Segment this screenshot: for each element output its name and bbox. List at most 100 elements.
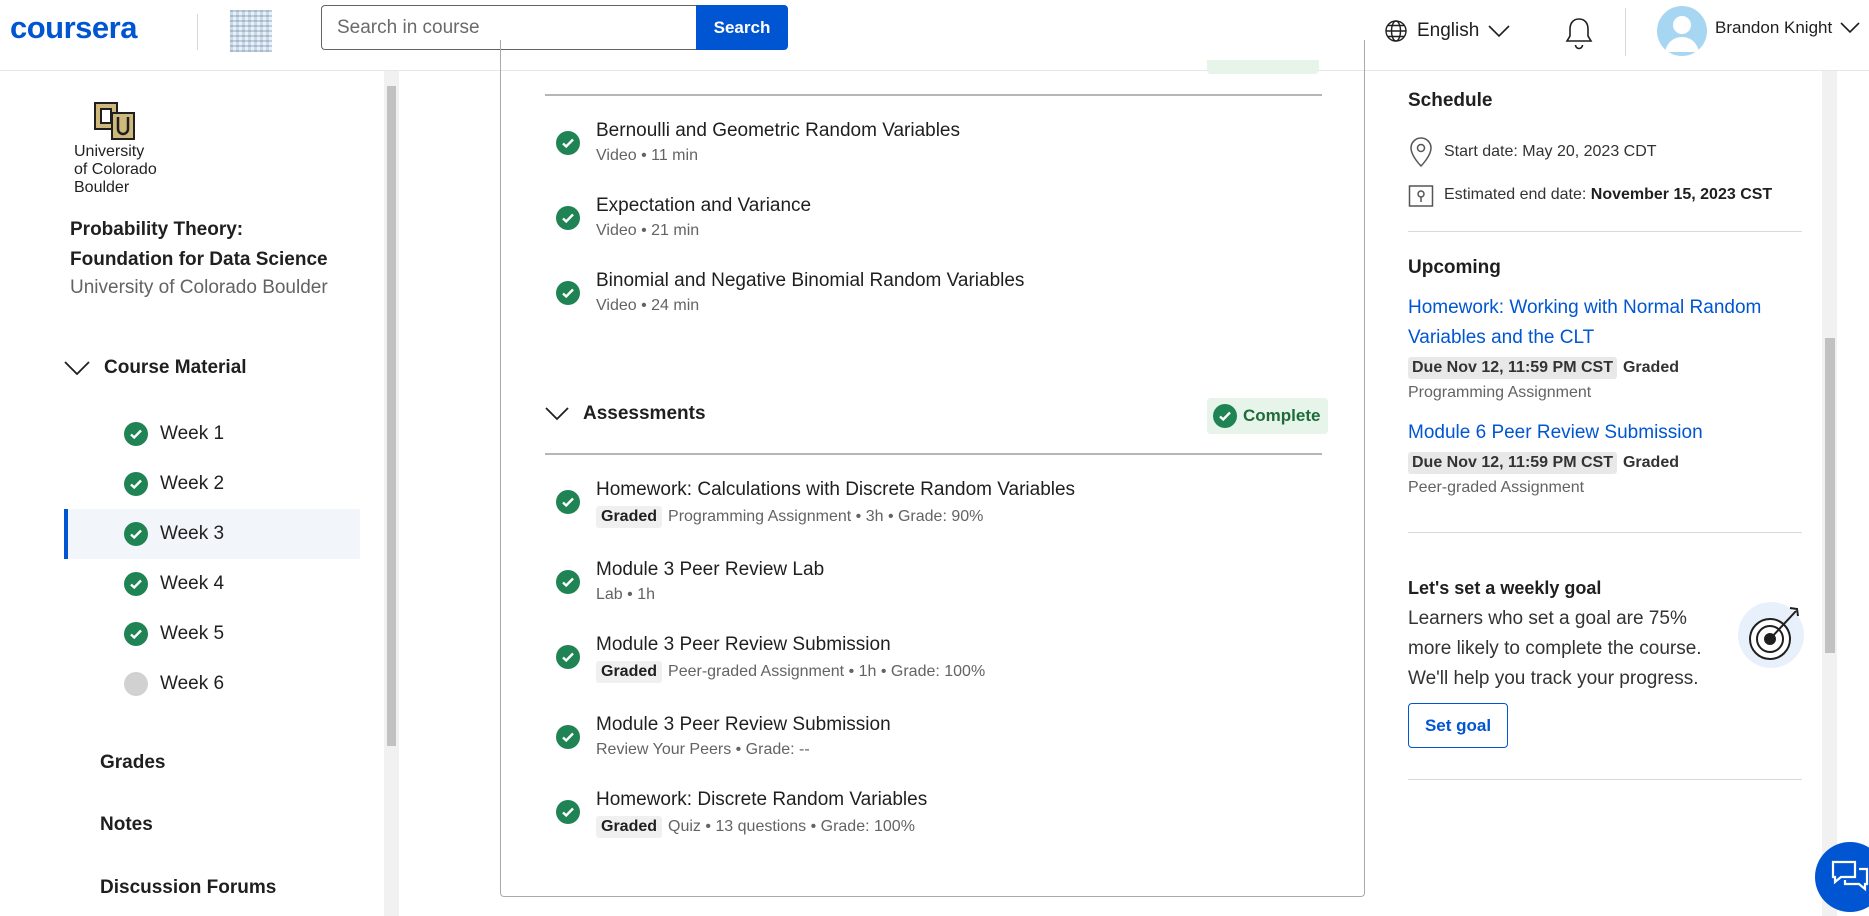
language-selector[interactable]: English (1384, 16, 1510, 46)
graded-label: Graded (1622, 359, 1679, 376)
check-circle-icon (124, 472, 148, 496)
user-menu[interactable]: Brandon Knight (1715, 18, 1860, 38)
complete-badge: Complete (1207, 398, 1329, 434)
coursera-logo[interactable]: coursera (10, 10, 137, 46)
section-divider (545, 94, 1322, 96)
university-logo[interactable] (73, 99, 163, 143)
week-label: Week 5 (160, 623, 225, 644)
incomplete-circle-icon (124, 672, 148, 696)
end-date-row: Estimated end date: November 15, 2023 CS… (1408, 182, 1772, 208)
upcoming-item-type: Peer-graded Assignment (1408, 479, 1585, 496)
assessments-toggle[interactable]: Assessments (545, 403, 706, 425)
item-meta: Quiz • 13 questions • Grade: 100% (668, 818, 915, 835)
item-title[interactable]: Binomial and Negative Binomial Random Va… (596, 269, 1024, 293)
check-circle-icon (556, 281, 580, 305)
graded-badge: Graded (596, 661, 663, 683)
check-circle-icon (556, 800, 580, 824)
sidebar-item-week-2[interactable]: Week 2 (64, 459, 360, 509)
item-meta: Video • 11 min (596, 147, 698, 164)
set-goal-button[interactable]: Set goal (1408, 703, 1508, 748)
globe-icon (1385, 20, 1407, 42)
due-badge: Due Nov 12, 11:59 PM CST (1408, 452, 1617, 474)
item-meta: Lab • 1h (596, 586, 655, 603)
sidebar-item-week-4[interactable]: Week 4 (64, 559, 360, 609)
complete-label: Complete (1243, 406, 1321, 425)
assessments-label: Assessments (583, 403, 706, 424)
user-icon (1665, 16, 1699, 52)
course-material-toggle[interactable]: Course Material (64, 357, 247, 379)
item-title[interactable]: Module 3 Peer Review Lab (596, 558, 824, 582)
list-item-assessment[interactable]: Module 3 Peer Review Submission Graded P… (556, 633, 985, 683)
complete-badge (1207, 60, 1319, 74)
target-icon (1738, 602, 1804, 668)
list-item-assessment[interactable]: Homework: Calculations with Discrete Ran… (556, 478, 1075, 528)
sidebar-item-week-1[interactable]: Week 1 (64, 409, 360, 459)
start-date-row: Start date: May 20, 2023 CDT (1408, 136, 1657, 168)
check-circle-icon (124, 572, 148, 596)
upcoming-due-row: Due Nov 12, 11:59 PM CST Graded (1408, 452, 1679, 474)
start-date: Start date: May 20, 2023 CDT (1444, 143, 1657, 160)
goal-description: Learners who set a goal are 75% more lik… (1408, 608, 1702, 689)
chevron-down-icon (1488, 25, 1510, 38)
sidebar-item-week-3[interactable]: Week 3 (64, 509, 360, 559)
avatar[interactable] (1657, 6, 1707, 56)
sidebar-item-grades[interactable]: Grades (100, 752, 165, 774)
chevron-down-icon (1840, 22, 1860, 34)
section-divider (1408, 231, 1802, 232)
goal-heading: Let's set a weekly goal (1408, 578, 1602, 598)
check-circle-icon (556, 490, 580, 514)
sidebar-item-notes[interactable]: Notes (100, 814, 153, 836)
list-item-assessment[interactable]: Homework: Discrete Random Variables Grad… (556, 788, 927, 838)
header-divider (197, 14, 198, 50)
list-item-video[interactable]: Expectation and Variance Video • 21 min (556, 194, 811, 240)
course-title[interactable]: Probability Theory: Foundation for Data … (70, 215, 350, 275)
course-material-label: Course Material (104, 357, 247, 378)
graded-badge: Graded (596, 816, 663, 838)
sidebar-item-week-5[interactable]: Week 5 (64, 609, 360, 659)
check-circle-icon (556, 645, 580, 669)
check-circle-icon (556, 206, 580, 230)
week-content-card (500, 40, 1365, 897)
chat-icon (1831, 860, 1869, 892)
week-label: Week 1 (160, 423, 225, 444)
sidebar-item-week-6[interactable]: Week 6 (64, 659, 360, 709)
section-divider (1408, 779, 1802, 780)
item-title[interactable]: Module 3 Peer Review Submission (596, 633, 985, 657)
header-divider (1625, 8, 1626, 56)
check-circle-icon (1213, 404, 1237, 428)
chevron-down-icon (64, 361, 90, 375)
graded-badge: Graded (596, 506, 663, 528)
upcoming-item-link[interactable]: Module 6 Peer Review Submission (1408, 418, 1788, 448)
list-item-video[interactable]: Bernoulli and Geometric Random Variables… (556, 119, 960, 165)
check-circle-icon (124, 622, 148, 646)
location-pin-icon (1410, 137, 1432, 168)
week-label: Week 3 (160, 523, 225, 544)
list-item-assessment[interactable]: Module 3 Peer Review Lab Lab • 1h (556, 558, 824, 604)
item-title[interactable]: Expectation and Variance (596, 194, 811, 218)
item-title[interactable]: Homework: Calculations with Discrete Ran… (596, 478, 1075, 502)
sidebar-item-discussion-forums[interactable]: Discussion Forums (100, 877, 276, 899)
sidebar-scrollbar-thumb[interactable] (387, 86, 396, 746)
upcoming-item-type: Programming Assignment (1408, 384, 1592, 401)
item-meta: Review Your Peers • Grade: -- (596, 741, 810, 758)
list-item-assessment[interactable]: Module 3 Peer Review Submission Review Y… (556, 713, 891, 759)
bell-icon (1565, 18, 1593, 50)
language-label: English (1417, 20, 1480, 41)
page-scrollbar-thumb[interactable] (1825, 338, 1835, 653)
item-meta: Programming Assignment • 3h • Grade: 90% (668, 508, 984, 525)
notifications-button[interactable] (1563, 16, 1595, 57)
upcoming-item-link[interactable]: Homework: Working with Normal Random Var… (1408, 293, 1788, 353)
end-date-prefix: Estimated end date: (1444, 186, 1591, 203)
check-circle-icon (124, 522, 148, 546)
logo-line: University (74, 143, 145, 160)
course-organization: University of Colorado Boulder (70, 277, 328, 298)
item-title[interactable]: Homework: Discrete Random Variables (596, 788, 927, 812)
item-title[interactable]: Module 3 Peer Review Submission (596, 713, 891, 737)
list-item-video[interactable]: Binomial and Negative Binomial Random Va… (556, 269, 1024, 315)
check-circle-icon (556, 131, 580, 155)
course-thumbnail[interactable] (230, 10, 272, 52)
check-circle-icon (556, 570, 580, 594)
university-logo-text: University of Colorado Boulder (74, 143, 157, 197)
item-title[interactable]: Bernoulli and Geometric Random Variables (596, 119, 960, 143)
item-meta: Peer-graded Assignment • 1h • Grade: 100… (668, 663, 986, 680)
